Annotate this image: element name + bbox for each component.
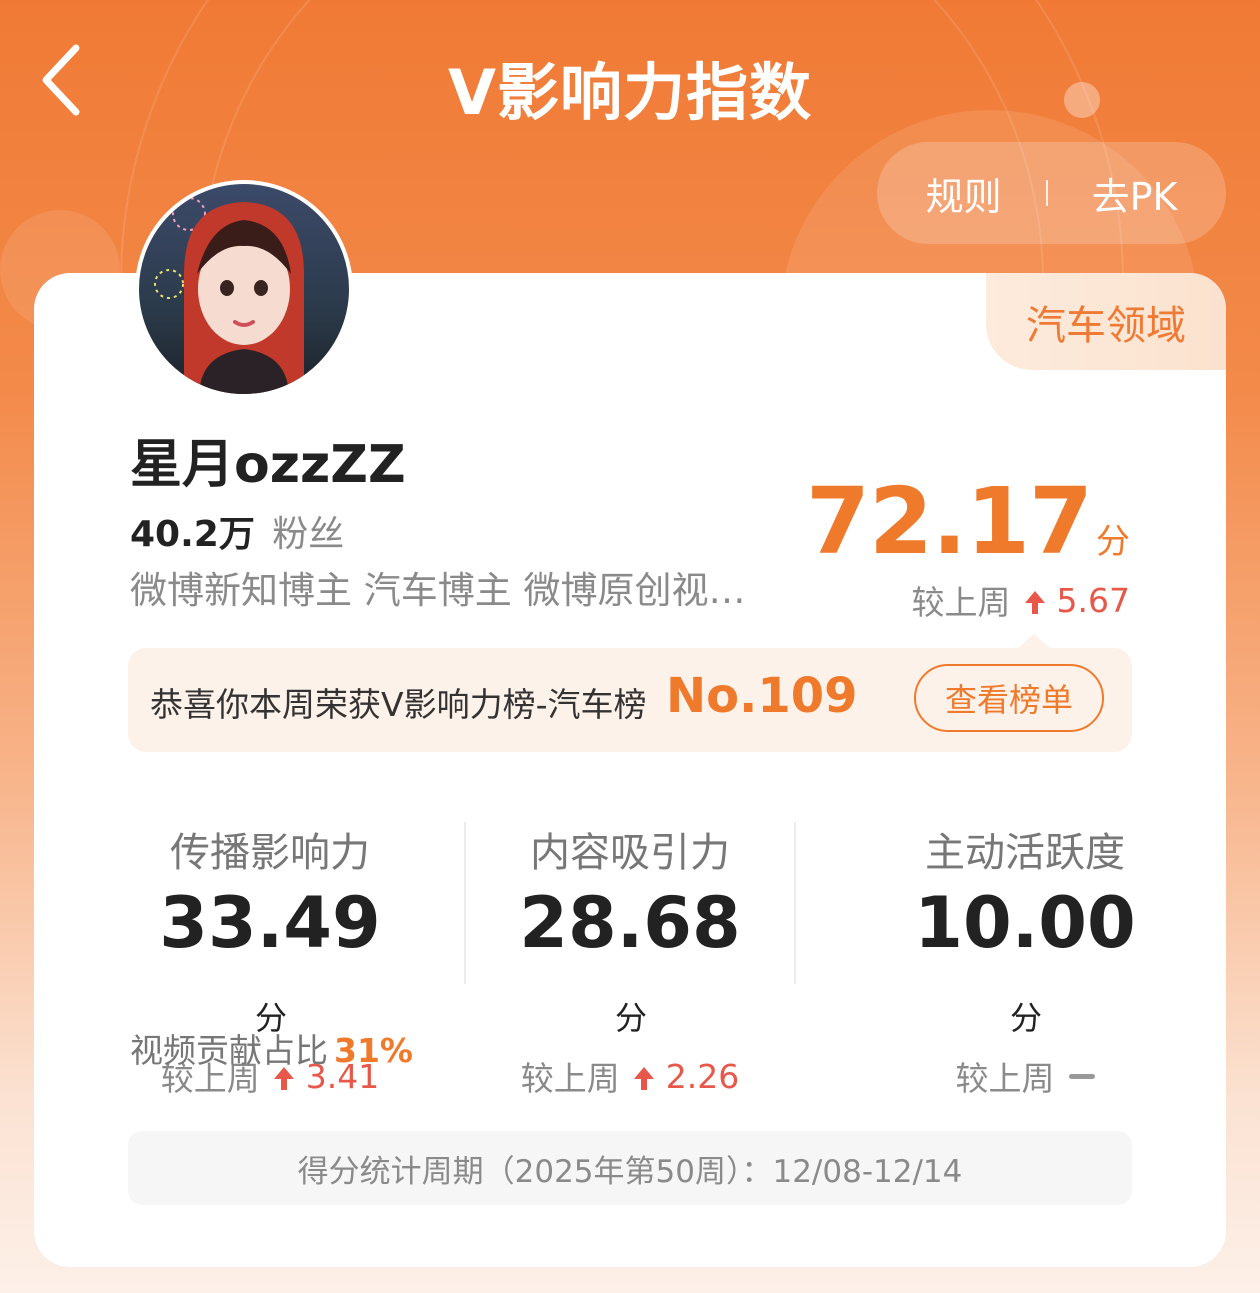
change-label: 较上周 xyxy=(955,1059,1055,1098)
metric-content-attraction[interactable]: 内容吸引力 28.68 分 较上周 2.26 xyxy=(510,820,750,1100)
pk-link[interactable]: 去PK xyxy=(1092,166,1178,221)
metric-divider xyxy=(464,822,466,984)
change-label: 较上周 xyxy=(911,583,1011,622)
view-ranking-button[interactable]: 查看榜单 xyxy=(914,664,1104,732)
fans-count: 40.2万 粉丝 xyxy=(130,505,344,557)
metric-value: 33.49分 xyxy=(150,882,390,1046)
change-value: 2.26 xyxy=(665,1056,740,1096)
metric-divider xyxy=(794,822,796,984)
metric-unit: 分 xyxy=(1009,999,1042,1037)
video-share: 视频贡献占比 31% xyxy=(130,1024,413,1072)
fans-count-label: 粉丝 xyxy=(272,514,345,555)
rank-number: No.109 xyxy=(666,668,858,724)
page-title: V影响力指数 xyxy=(448,56,812,129)
profile-tags: 微博新知博主 汽车博主 微博原创视… xyxy=(130,569,746,612)
rules-link[interactable]: 规则 xyxy=(926,166,1002,221)
metric-label: 内容吸引力 xyxy=(530,830,730,876)
metric-value-number: 33.49 xyxy=(159,882,381,964)
metric-value-number: 10.00 xyxy=(914,882,1136,964)
rank-text: 恭喜你本周荣获V影响力榜-汽车榜 xyxy=(150,685,647,724)
domain-tag[interactable]: 汽车领域 xyxy=(986,273,1226,370)
metric-label: 主动活跃度 xyxy=(925,830,1125,876)
video-share-label: 视频贡献占比 xyxy=(130,1031,328,1070)
metric-value: 28.68 分 xyxy=(510,882,750,1046)
metric-value-number: 28.68 xyxy=(519,882,741,964)
video-share-value: 31% xyxy=(334,1031,413,1070)
metric-label: 传播影响力 xyxy=(170,830,370,876)
rank-banner: 恭喜你本周荣获V影响力榜-汽车榜 No.109 查看榜单 xyxy=(128,634,1132,752)
total-score: 72.17 分 xyxy=(806,468,1130,575)
metric-change: 较上周 2.26 xyxy=(510,1052,750,1100)
total-score-unit: 分 xyxy=(1096,522,1130,562)
metric-active-level[interactable]: 主动活跃度 10.00 分 较上周 xyxy=(900,820,1150,1100)
total-score-change: 较上周 5.67 xyxy=(912,576,1130,624)
username: 星月ozzZZ xyxy=(130,435,406,495)
arrow-up-icon xyxy=(1024,591,1045,614)
score-period: 得分统计周期（2025年第50周）：12/08-12/14 xyxy=(128,1131,1132,1205)
no-change-icon xyxy=(1068,1073,1095,1079)
metric-change: 较上周 xyxy=(900,1052,1150,1100)
avatar[interactable] xyxy=(135,180,353,398)
top-actions-pill: 规则 去PK xyxy=(877,142,1226,244)
metric-value: 10.00 分 xyxy=(900,882,1150,1046)
metric-unit: 分 xyxy=(614,999,647,1037)
action-separator xyxy=(1045,180,1048,206)
change-label: 较上周 xyxy=(520,1059,620,1098)
arrow-up-icon xyxy=(633,1067,654,1090)
avatar-portrait-image xyxy=(154,197,304,394)
change-value: 5.67 xyxy=(1056,580,1130,620)
fans-count-value: 40.2万 xyxy=(130,514,255,555)
total-score-value: 72.17 xyxy=(805,468,1093,575)
